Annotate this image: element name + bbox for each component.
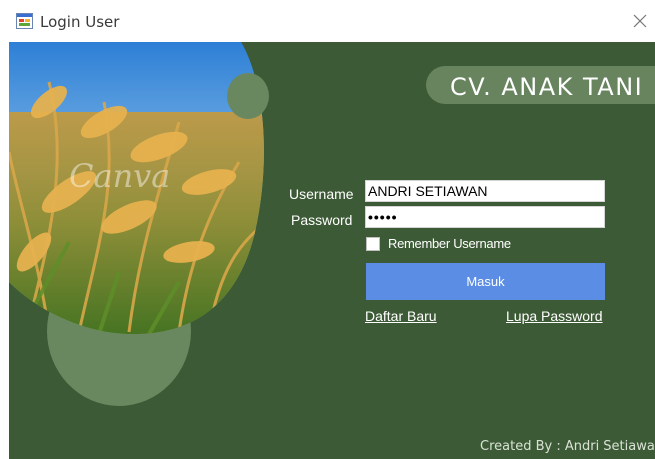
username-label: Username <box>289 186 354 202</box>
form-app-icon <box>16 13 33 29</box>
username-input[interactable]: ANDRI SETIAWAN <box>365 180 605 202</box>
decor-circle-small <box>227 73 269 119</box>
close-icon <box>633 14 647 28</box>
password-input[interactable]: ••••• <box>365 206 605 228</box>
canva-watermark: Canva <box>69 157 170 195</box>
login-button[interactable]: Masuk <box>366 263 605 300</box>
window-title: Login User <box>40 13 120 31</box>
login-window: Login User Canva CV. ANAK TANI Username … <box>9 0 655 459</box>
remember-username-label[interactable]: Remember Username <box>388 236 511 251</box>
close-button[interactable] <box>625 6 655 36</box>
forgot-password-link[interactable]: Lupa Password <box>506 308 603 324</box>
login-panel: Canva CV. ANAK TANI Username ANDRI SETIA… <box>9 42 655 459</box>
window-left-edge <box>0 0 9 459</box>
title-bar: Login User <box>9 0 655 42</box>
company-name: CV. ANAK TANI <box>450 73 644 101</box>
remember-username-checkbox[interactable] <box>366 237 380 251</box>
password-label: Password <box>291 212 353 228</box>
footer-credit: Created By : Andri Setiawan <box>480 439 655 454</box>
register-link[interactable]: Daftar Baru <box>365 308 437 324</box>
